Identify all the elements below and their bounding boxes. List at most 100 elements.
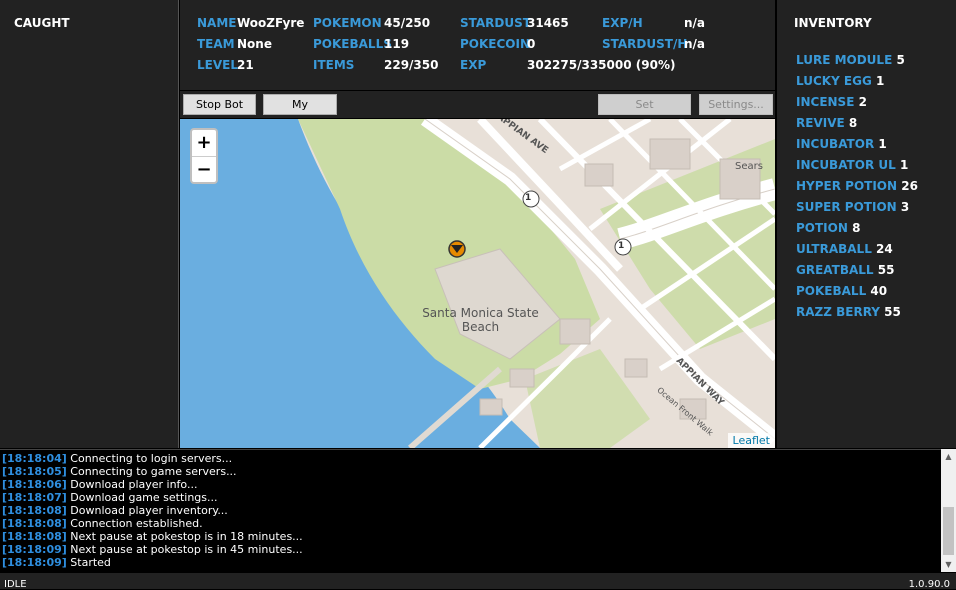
player-marker[interactable] [448,240,466,258]
log-line: [18:18:06] Download player info... [2,478,197,491]
inventory-item: LUCKY EGG 1 [796,74,884,88]
inventory-item: ULTRABALL 24 [796,242,893,256]
inventory-panel: INVENTORY LURE MODULE 5 LUCKY EGG 1 INCENS… [777,0,956,448]
log-line: [18:18:09] Next pause at pokestop is in … [2,543,303,556]
log-message: Download game settings... [70,491,218,504]
inventory-header: INVENTORY [794,16,872,30]
scroll-down-icon[interactable]: ▼ [941,557,956,572]
status-version: 1.0.90.0 [908,579,950,590]
inventory-item: SUPER POTION 3 [796,200,909,214]
stop-bot-button[interactable]: Stop Bot [183,94,256,115]
player-stats-panel: NAME WooZFyre TEAM None LEVEL 21 POKEMON… [180,0,775,90]
inventory-item-name: LURE MODULE [796,53,893,67]
stat-exph: EXP/H n/a [602,16,705,30]
stat-stardust-value: 31465 [527,16,569,30]
log-scrollbar[interactable]: ▲ ▼ [941,449,956,572]
stat-pokecoin-label: POKECOIN [460,37,531,51]
inventory-item-count: 55 [884,305,901,319]
stat-exp-value: 302275/335000 (90%) [527,58,676,72]
caught-panel: CAUGHT [0,0,179,448]
inventory-item-count: 26 [901,179,918,193]
stat-pokemon: POKEMON 45/250 [313,16,430,30]
stat-stardusth-label: STARDUST/H [602,37,688,51]
log-message: Connecting to login servers... [70,452,233,465]
zoom-in-button[interactable]: + [192,130,216,157]
stat-exph-value: n/a [684,16,706,30]
log-timestamp: [18:18:07] [2,491,67,504]
log-message: Connection established. [70,517,203,530]
log-timestamp: [18:18:04] [2,452,67,465]
inventory-item: REVIVE 8 [796,116,857,130]
stat-name-label: NAME [197,16,237,30]
inventory-item-name: REVIVE [796,116,845,130]
scroll-thumb[interactable] [943,507,954,555]
stat-stardusth: STARDUST/H n/a [602,37,705,51]
log-timestamp: [18:18:08] [2,504,67,517]
stat-items-value: 229/350 [384,58,439,72]
stat-stardust: STARDUST 31465 [460,16,569,30]
my-pokemon-button[interactable]: My Pokemon [263,94,337,130]
inventory-item: INCUBATOR 1 [796,137,887,151]
status-bar: IDLE 1.0.90.0 [0,573,956,590]
inventory-item-name: SUPER POTION [796,200,897,214]
stat-pokemon-label: POKEMON [313,16,382,30]
place-label-line2: Beach [461,320,500,334]
log-message: Next pause at pokestop is in 18 minutes.… [70,530,303,543]
stat-stardusth-value: n/a [684,37,706,51]
stat-exp-label: EXP [460,58,487,72]
inventory-item-name: POTION [796,221,848,235]
stat-items: ITEMS 229/350 [313,58,438,72]
log-line: [18:18:04] Connecting to login servers..… [2,452,232,465]
inventory-item-name: INCUBATOR [796,137,875,151]
inventory-item-count: 3 [900,200,910,214]
log-timestamp: [18:18:05] [2,465,67,478]
inventory-item-count: 5 [896,53,905,67]
inventory-item-name: INCUBATOR UL [796,158,896,172]
zoom-out-button[interactable]: − [192,157,216,183]
inventory-item: HYPER POTION 26 [796,179,918,193]
stat-pokeballs: POKEBALLS 119 [313,37,409,51]
log-timestamp: [18:18:08] [2,530,67,543]
log-console: [18:18:04] Connecting to login servers..… [0,449,941,573]
inventory-item-count: 24 [876,242,893,256]
place-label-line1: Santa Monica State [422,306,539,320]
scroll-up-icon[interactable]: ▲ [941,449,956,464]
log-line: [18:18:08] Next pause at pokestop is in … [2,530,303,543]
log-line: [18:18:09] Started [2,556,111,569]
stat-exph-label: EXP/H [602,16,643,30]
inventory-item: INCENSE 2 [796,95,867,109]
log-timestamp: [18:18:08] [2,517,67,530]
map-tiles [180,119,775,448]
inventory-item-count: 1 [878,137,887,151]
log-timestamp: [18:18:09] [2,543,67,556]
log-message: Download player info... [70,478,198,491]
stat-name-value: WooZFyre [237,16,305,30]
place-label: Santa Monica State Beach [398,306,563,334]
stat-name: NAME WooZFyre [197,16,304,30]
log-message: Download player inventory... [70,504,228,517]
stat-team: TEAM None [197,37,272,51]
log-line: [18:18:05] Connecting to game servers... [2,465,237,478]
inventory-item-name: INCENSE [796,95,855,109]
log-line: [18:18:07] Download game settings... [2,491,218,504]
leaflet-attribution-link[interactable]: Leaflet [727,433,775,448]
inventory-item-name: RAZZ BERRY [796,305,880,319]
stat-exp: EXP 302275/335000 (90%) [460,58,675,72]
set-coordinates-button[interactable]: Set coordinates... [598,94,691,130]
inventory-item: INCUBATOR UL 1 [796,158,908,172]
route-shield-label: 1 [525,193,532,203]
stat-team-label: TEAM [197,37,235,51]
inventory-item: POTION 8 [796,221,860,235]
inventory-item-count: 40 [870,284,888,298]
stat-stardust-label: STARDUST [460,16,531,30]
log-message: Started [70,556,111,569]
stat-pokemon-value: 45/250 [384,16,431,30]
inventory-item-count: 1 [899,158,909,172]
inventory-item-count: 1 [876,74,885,88]
inventory-item-name: LUCKY EGG [796,74,872,88]
map-view[interactable]: 1 1 Santa Monica State Beach Sears APPIA… [180,119,775,448]
stat-pokecoin: POKECOIN 0 [460,37,535,51]
inventory-item-count: 2 [858,95,867,109]
settings-button[interactable]: Settings... [699,94,773,115]
route-shield-label-2: 1 [618,241,625,251]
